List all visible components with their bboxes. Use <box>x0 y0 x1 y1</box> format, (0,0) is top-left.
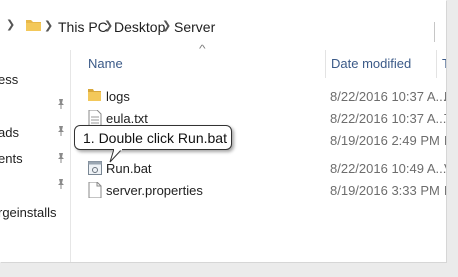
address-bar[interactable]: ❯ ❯ This PC ❯ Desktop ❯ Server <box>0 10 440 42</box>
nav-item-access[interactable]: ess <box>0 72 18 87</box>
batch-file-icon <box>88 161 102 175</box>
file-date: 8/22/2016 10:49 A... <box>330 161 446 176</box>
file-date: 8/22/2016 10:37 A... <box>330 111 446 126</box>
file-type: V <box>444 161 446 176</box>
file-type: E <box>444 133 446 148</box>
navigation-pane: ess ads ents rgeinstalls <box>0 50 70 262</box>
breadcrumb-desktop[interactable]: Desktop <box>114 19 165 35</box>
file-date: 8/22/2016 10:37 A... <box>330 89 446 104</box>
column-separator[interactable] <box>436 50 437 78</box>
file-explorer-window: ❯ ❯ This PC ❯ Desktop ❯ Server ess ads e… <box>0 0 446 262</box>
nav-item-downloads[interactable]: ads <box>0 125 19 140</box>
file-type: F <box>444 183 446 198</box>
folder-icon <box>88 89 101 101</box>
file-row-logs[interactable]: logs 8/22/2016 10:37 A... F <box>74 85 446 107</box>
file-row-run-bat[interactable]: Run.bat 8/22/2016 10:49 A... V <box>74 157 446 179</box>
pin-icon[interactable] <box>56 125 66 137</box>
pin-icon[interactable] <box>56 152 66 164</box>
text-file-icon <box>88 110 102 126</box>
instruction-callout: 1. Double click Run.bat <box>74 125 232 150</box>
pin-icon[interactable] <box>56 178 66 190</box>
file-date: 8/19/2016 2:49 PM <box>330 133 440 148</box>
pin-icon[interactable] <box>56 98 66 110</box>
column-header-name[interactable]: Name <box>88 56 123 71</box>
folder-icon <box>26 20 41 31</box>
breadcrumb-this-pc[interactable]: This PC <box>58 19 108 35</box>
column-header-type[interactable]: T <box>442 56 446 71</box>
column-separator[interactable] <box>325 50 326 78</box>
breadcrumb-separator-icon[interactable]: ❯ <box>162 19 171 32</box>
file-name: eula.txt <box>106 111 148 126</box>
address-bar-edge <box>434 22 438 42</box>
file-name: logs <box>106 89 130 104</box>
file-name: server.properties <box>106 183 203 198</box>
sort-ascending-icon: ^ <box>199 44 206 55</box>
nav-item-documents[interactable]: ents <box>0 151 23 166</box>
file-row-server-properties[interactable]: server.properties 8/19/2016 3:33 PM F <box>74 179 446 201</box>
file-type: F <box>444 89 446 104</box>
breadcrumb-separator-icon[interactable]: ❯ <box>104 19 113 32</box>
file-icon <box>88 182 102 198</box>
callout-pointer <box>109 149 123 163</box>
column-header-date-modified[interactable]: Date modified <box>331 56 411 71</box>
pane-divider <box>70 50 71 262</box>
breadcrumb-server[interactable]: Server <box>174 19 215 35</box>
chevron-right-icon[interactable]: ❯ <box>6 18 15 31</box>
nav-item-forgeinstalls[interactable]: rgeinstalls <box>0 205 57 220</box>
file-date: 8/19/2016 3:33 PM <box>330 183 440 198</box>
file-type: T <box>444 111 446 126</box>
breadcrumb-separator-icon[interactable]: ❯ <box>44 19 53 32</box>
file-name: Run.bat <box>106 161 152 176</box>
